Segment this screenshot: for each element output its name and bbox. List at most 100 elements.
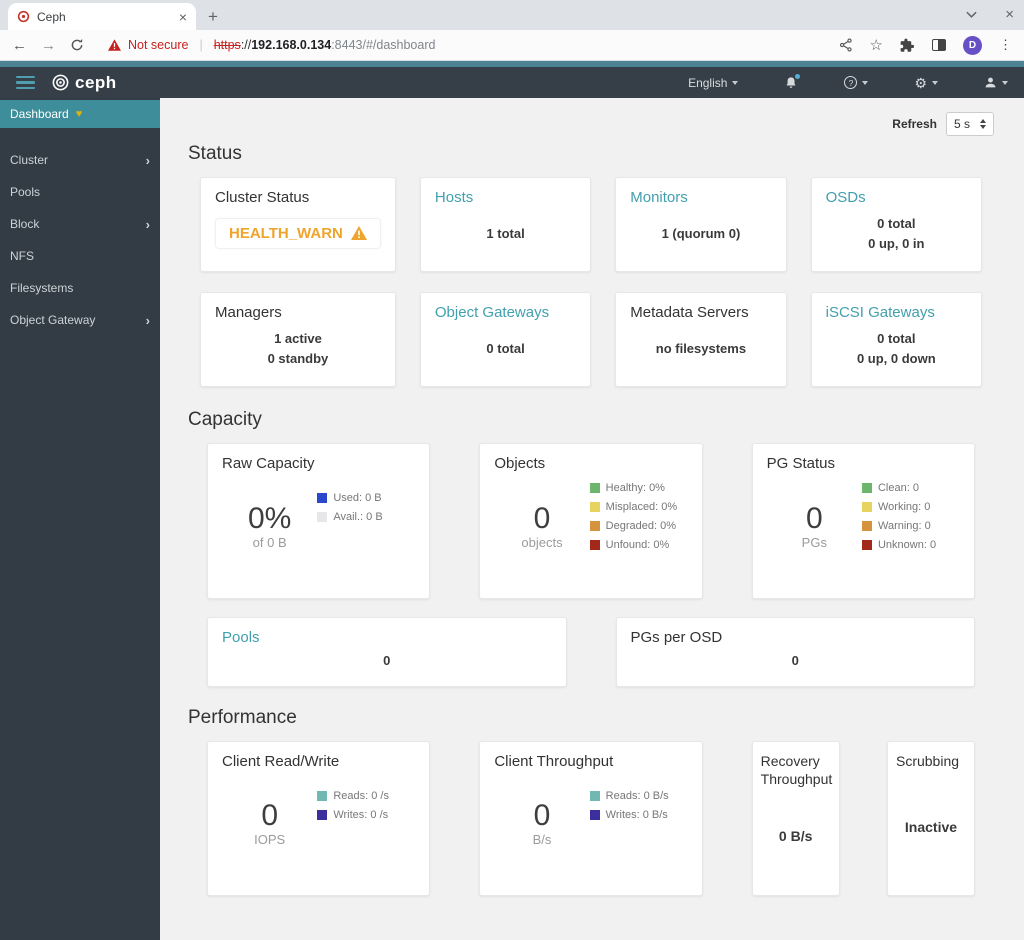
browser-tab[interactable]: Ceph × [8, 3, 196, 30]
legend-item: Writes: 0 B/s [589, 809, 688, 821]
legend-item: Unfound: 0% [589, 539, 688, 551]
tab-strip: Ceph × + × [0, 0, 1024, 30]
card-title: Cluster Status [215, 189, 310, 206]
legend-swatch [589, 540, 600, 550]
user-dropdown[interactable] [984, 76, 1008, 89]
bookmark-star-icon[interactable]: ☆ [870, 36, 883, 54]
url-text[interactable]: https://192.168.0.134:8443/#/dashboard [214, 38, 436, 52]
refresh-interval-select[interactable]: 5 s [945, 112, 994, 136]
raw-capacity-sub: of 0 B [252, 534, 287, 550]
ceph-logo-icon [52, 74, 69, 91]
card-value: 0 total [486, 340, 525, 356]
back-icon[interactable]: ← [12, 38, 27, 53]
sidebar-item-filesystems[interactable]: Filesystems [0, 272, 160, 304]
legend-item: Used: 0 B [317, 492, 415, 504]
pg-count: 0 [805, 501, 823, 535]
legend-swatch [861, 521, 872, 531]
scrubbing-card: Scrubbing Inactive [886, 741, 975, 896]
settings-dropdown[interactable]: ⚙ [914, 76, 938, 90]
pgs-per-osd-count: 0 [791, 653, 799, 668]
sidebar-item-dashboard[interactable]: Dashboard ♥ [0, 100, 160, 128]
profile-avatar[interactable]: D [963, 35, 982, 55]
scrubbing-status: Inactive [904, 819, 958, 836]
address-bar[interactable]: Not secure | https://192.168.0.134:8443/… [98, 38, 825, 52]
client-tp-legend: Reads: 0 B/s Writes: 0 B/s [589, 770, 688, 884]
osds-card: OSDs 0 total 0 up, 0 in [810, 177, 982, 272]
dashboard-content: Refresh 5 s Status Cluster Status HEALTH… [160, 98, 1024, 940]
card-value: 1 total [486, 225, 525, 241]
new-tab-button[interactable]: + [208, 8, 218, 25]
reload-icon[interactable] [70, 38, 84, 52]
monitors-link[interactable]: Monitors [630, 189, 771, 206]
share-icon[interactable] [839, 38, 853, 52]
language-label: English [688, 75, 728, 90]
legend-item: Warning: 0 [861, 520, 960, 532]
sidebar-item-nfs[interactable]: NFS [0, 240, 160, 272]
forward-icon[interactable]: → [41, 38, 56, 53]
legend-item: Working: 0 [861, 501, 960, 513]
osds-link[interactable]: OSDs [826, 189, 967, 206]
sidebar-item-label: NFS [10, 249, 34, 263]
url-separator: :// [240, 38, 252, 52]
cluster-status-card: Cluster Status HEALTH_WARN [200, 177, 396, 272]
legend-swatch [317, 512, 328, 522]
hosts-link[interactable]: Hosts [435, 189, 576, 206]
iscsi-gateways-card: iSCSI Gateways 0 total 0 up, 0 down [810, 292, 982, 387]
window-menu-icon[interactable] [966, 11, 977, 18]
legend-swatch [589, 502, 600, 512]
card-title: Managers [215, 304, 282, 321]
browser-toolbar: ← → Not secure | https://192.168.0.134:8… [0, 30, 1024, 61]
sidebar-item-label: Dashboard [10, 107, 69, 121]
sidebar-item-label: Pools [10, 185, 41, 199]
iscsi-gateways-link[interactable]: iSCSI Gateways [826, 304, 967, 321]
sidebar-item-object-gateway[interactable]: Object Gateway › [0, 304, 160, 336]
language-dropdown[interactable]: English [688, 75, 739, 90]
browser-menu-kebab-icon[interactable]: ⋮ [999, 37, 1012, 53]
card-value: 0 up, 0 in [868, 235, 925, 251]
recovery-throughput-card: Recovery Throughput 0 B/s [751, 741, 840, 896]
ceph-brand: ceph [51, 73, 117, 93]
capacity-section-title: Capacity [188, 409, 262, 430]
help-icon: ? [844, 76, 858, 89]
legend-item: Degraded: 0% [589, 520, 688, 532]
browser-chrome: Ceph × + × ← → Not secure | https://192.… [0, 0, 1024, 61]
url-host: 192.168.0.134 [251, 38, 332, 52]
hosts-card: Hosts 1 total [419, 177, 592, 272]
sidebar-item-block[interactable]: Block › [0, 208, 160, 240]
client-tp-sub: B/s [532, 832, 552, 847]
health-warn-badge-icon: ♥ [75, 108, 83, 120]
refresh-label: Refresh [892, 117, 937, 131]
legend-swatch [589, 810, 600, 820]
raw-capacity-legend: Used: 0 B Avail.: 0 B [317, 472, 415, 587]
client-rw-value: 0 [261, 799, 278, 832]
sidebar-item-cluster[interactable]: Cluster › [0, 144, 160, 176]
url-scheme: https [213, 38, 241, 52]
objects-count: 0 [533, 501, 551, 535]
help-dropdown[interactable]: ? [844, 76, 869, 89]
caret-down-icon [862, 80, 869, 85]
pools-link[interactable]: Pools [222, 629, 552, 646]
legend-swatch [317, 493, 328, 503]
legend-swatch [317, 791, 328, 801]
monitors-card: Monitors 1 (quorum 0) [615, 177, 787, 272]
chevron-right-icon: › [145, 312, 150, 328]
card-title: Metadata Servers [630, 304, 749, 321]
pg-status-card: PG Status 0 PGs Clean: 0 Working: 0 Warn… [751, 443, 975, 599]
legend-item: Reads: 0 B/s [589, 790, 688, 802]
tab-close-icon[interactable]: × [179, 9, 187, 25]
notifications-button[interactable] [784, 73, 801, 90]
legend-swatch [861, 502, 872, 512]
card-title: Recovery Throughput [760, 753, 833, 787]
extensions-puzzle-icon[interactable] [900, 38, 915, 53]
side-panel-icon[interactable] [932, 39, 946, 51]
not-secure-label[interactable]: Not secure [128, 38, 188, 52]
spinner-icon [980, 119, 986, 129]
window-close-icon[interactable]: × [1005, 6, 1014, 23]
legend-swatch [317, 810, 328, 820]
pools-card: Pools 0 [207, 617, 567, 687]
health-status-value: HEALTH_WARN [229, 224, 343, 242]
health-status-box: HEALTH_WARN [215, 217, 381, 249]
object-gateways-link[interactable]: Object Gateways [435, 304, 576, 321]
hamburger-menu-icon[interactable] [16, 75, 35, 90]
sidebar-item-pools[interactable]: Pools [0, 176, 160, 208]
